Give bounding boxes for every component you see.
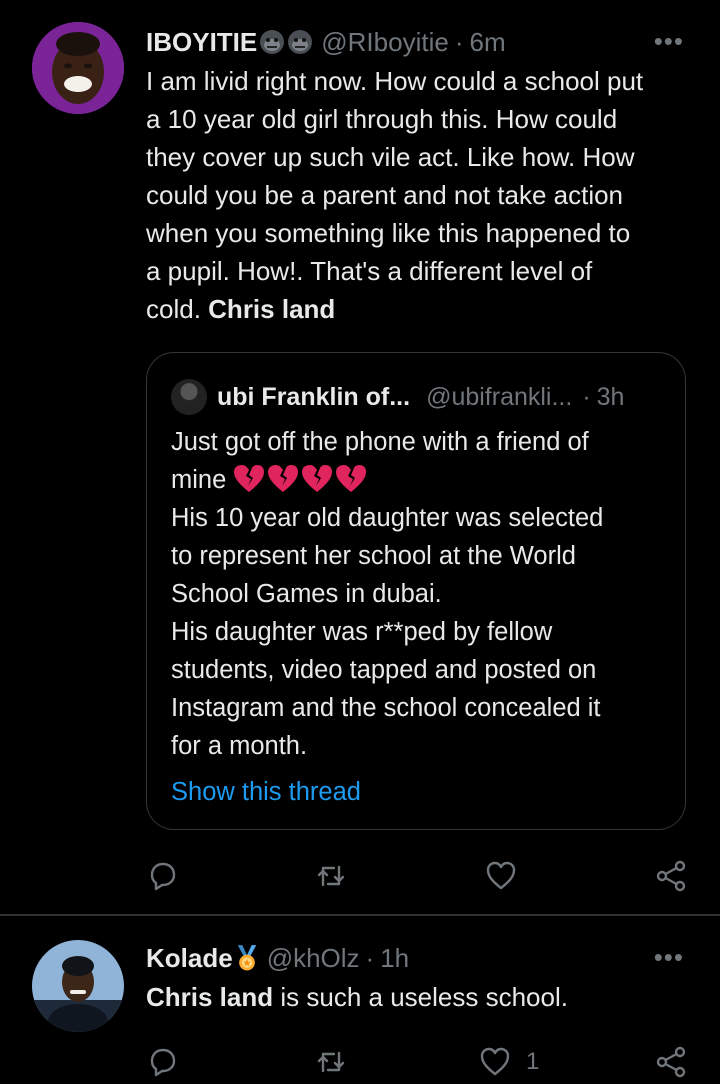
gorilla-emoji-icon [260,30,285,54]
share-button[interactable] [654,858,688,894]
timestamp[interactable]: 6m [469,26,505,58]
quoted-display-name[interactable]: ubi Franklin of... [217,377,410,417]
reply-icon [150,1048,176,1077]
quoted-avatar[interactable] [171,379,207,415]
tweet-iboyitie[interactable]: IBOYITIE @RIboyitie · 6m I am livid righ… [0,0,720,914]
like-button[interactable]: 1 [478,1044,539,1080]
tweet-text-line: cold. Chris land [146,290,692,328]
broken-heart-emoji-icon [268,465,299,492]
quoted-text-line: Just got off the phone with a friend of [171,428,589,456]
quoted-text-line: to represent her school at the World [171,542,576,570]
reply-icon [150,862,176,891]
reply-button[interactable] [146,1044,180,1080]
quoted-tweet[interactable]: ubi Franklin of... @ubifrankli... · 3h J… [146,352,686,830]
avatar-photo [32,22,124,114]
broken-heart-emoji-icon [234,465,265,492]
quoted-text-line: mine [171,461,665,499]
retweet-icon [317,865,345,887]
quoted-text-line: School Games in dubai. [171,580,442,608]
tweet-text-plain: cold. [146,294,209,324]
separator-dot: · [454,27,464,57]
school-name-highlight: Chris land [208,294,336,324]
tweet-text-line: when you something like this happened to [146,218,631,248]
school-name-highlight: Chris land [146,982,274,1012]
share-icon [656,860,686,892]
reply-button[interactable] [146,858,180,894]
share-icon [656,1046,686,1078]
broken-heart-emoji-icon [302,465,333,492]
tweet-text-plain: is such a useless school. [273,982,568,1012]
retweet-button[interactable] [314,858,348,894]
handle[interactable]: @khOlz [267,942,360,974]
quoted-text-line: for a month. [171,732,308,760]
retweet-button[interactable] [314,1044,348,1080]
tweet-text-line: they cover up such vile act. Like how. H… [146,142,635,172]
display-name[interactable]: IBOYITIE [146,26,257,58]
tweet-text-line: a 10 year old girl through this. How cou… [146,104,618,134]
quoted-text-line: students, video tapped and posted on [171,656,597,684]
handle[interactable]: @RIboyitie [321,26,449,58]
share-button[interactable] [654,1044,688,1080]
quoted-text-plain: mine [171,466,234,494]
tweet-header: Kolade @khOlz · 1h [146,942,692,974]
more-options-icon[interactable]: ••• [654,26,684,57]
quoted-tweet-text: Just got off the phone with a friend of … [171,423,665,811]
tweet-text-line: I am livid right now. How could a school… [146,66,644,96]
quoted-tweet-header: ubi Franklin of... @ubifrankli... · 3h [171,377,624,417]
heart-icon [486,861,516,890]
quoted-text-line: Instagram and the school concealed it [171,694,601,722]
display-name[interactable]: Kolade [146,942,233,974]
tweet-text-line: could you be a parent and not take actio… [146,180,624,210]
quoted-text-line: His 10 year old daughter was selected [171,504,604,532]
medal-emoji-icon [237,945,256,971]
tweet-content: Kolade @khOlz · 1h Chris land is such a … [146,942,692,1016]
retweet-icon [317,1051,345,1073]
avatar-photo [32,940,124,1032]
separator-dot: · [582,383,591,411]
gorilla-emoji-icon [288,30,313,54]
show-thread-link[interactable]: Show this thread [171,773,665,811]
tweet-actions: 1 [146,1044,706,1084]
like-button[interactable] [484,858,518,894]
separator-dot: · [365,943,375,973]
tweet-text: I am livid right now. How could a school… [146,62,692,328]
tweet-text-line: a pupil. How!. That's a different level … [146,256,593,286]
like-count: 1 [526,1048,540,1075]
tweet-content: IBOYITIE @RIboyitie · 6m I am livid righ… [146,26,692,328]
tweet-kolade[interactable]: Kolade @khOlz · 1h Chris land is such a … [0,916,720,1078]
quoted-handle[interactable]: @ubifrankli... [426,377,572,417]
tweet-header: IBOYITIE @RIboyitie · 6m [146,26,692,58]
more-options-icon[interactable]: ••• [654,942,684,973]
avatar[interactable] [32,940,124,1032]
tweet-actions [146,858,706,898]
heart-icon [480,1047,510,1076]
quoted-text-line: His daughter was r**ped by fellow [171,618,553,646]
timestamp[interactable]: 1h [380,942,409,974]
tweet-text: Chris land is such a useless school. [146,978,692,1016]
avatar[interactable] [32,22,124,114]
quoted-timestamp[interactable]: 3h [597,377,625,417]
broken-heart-emoji-icon [336,465,367,492]
